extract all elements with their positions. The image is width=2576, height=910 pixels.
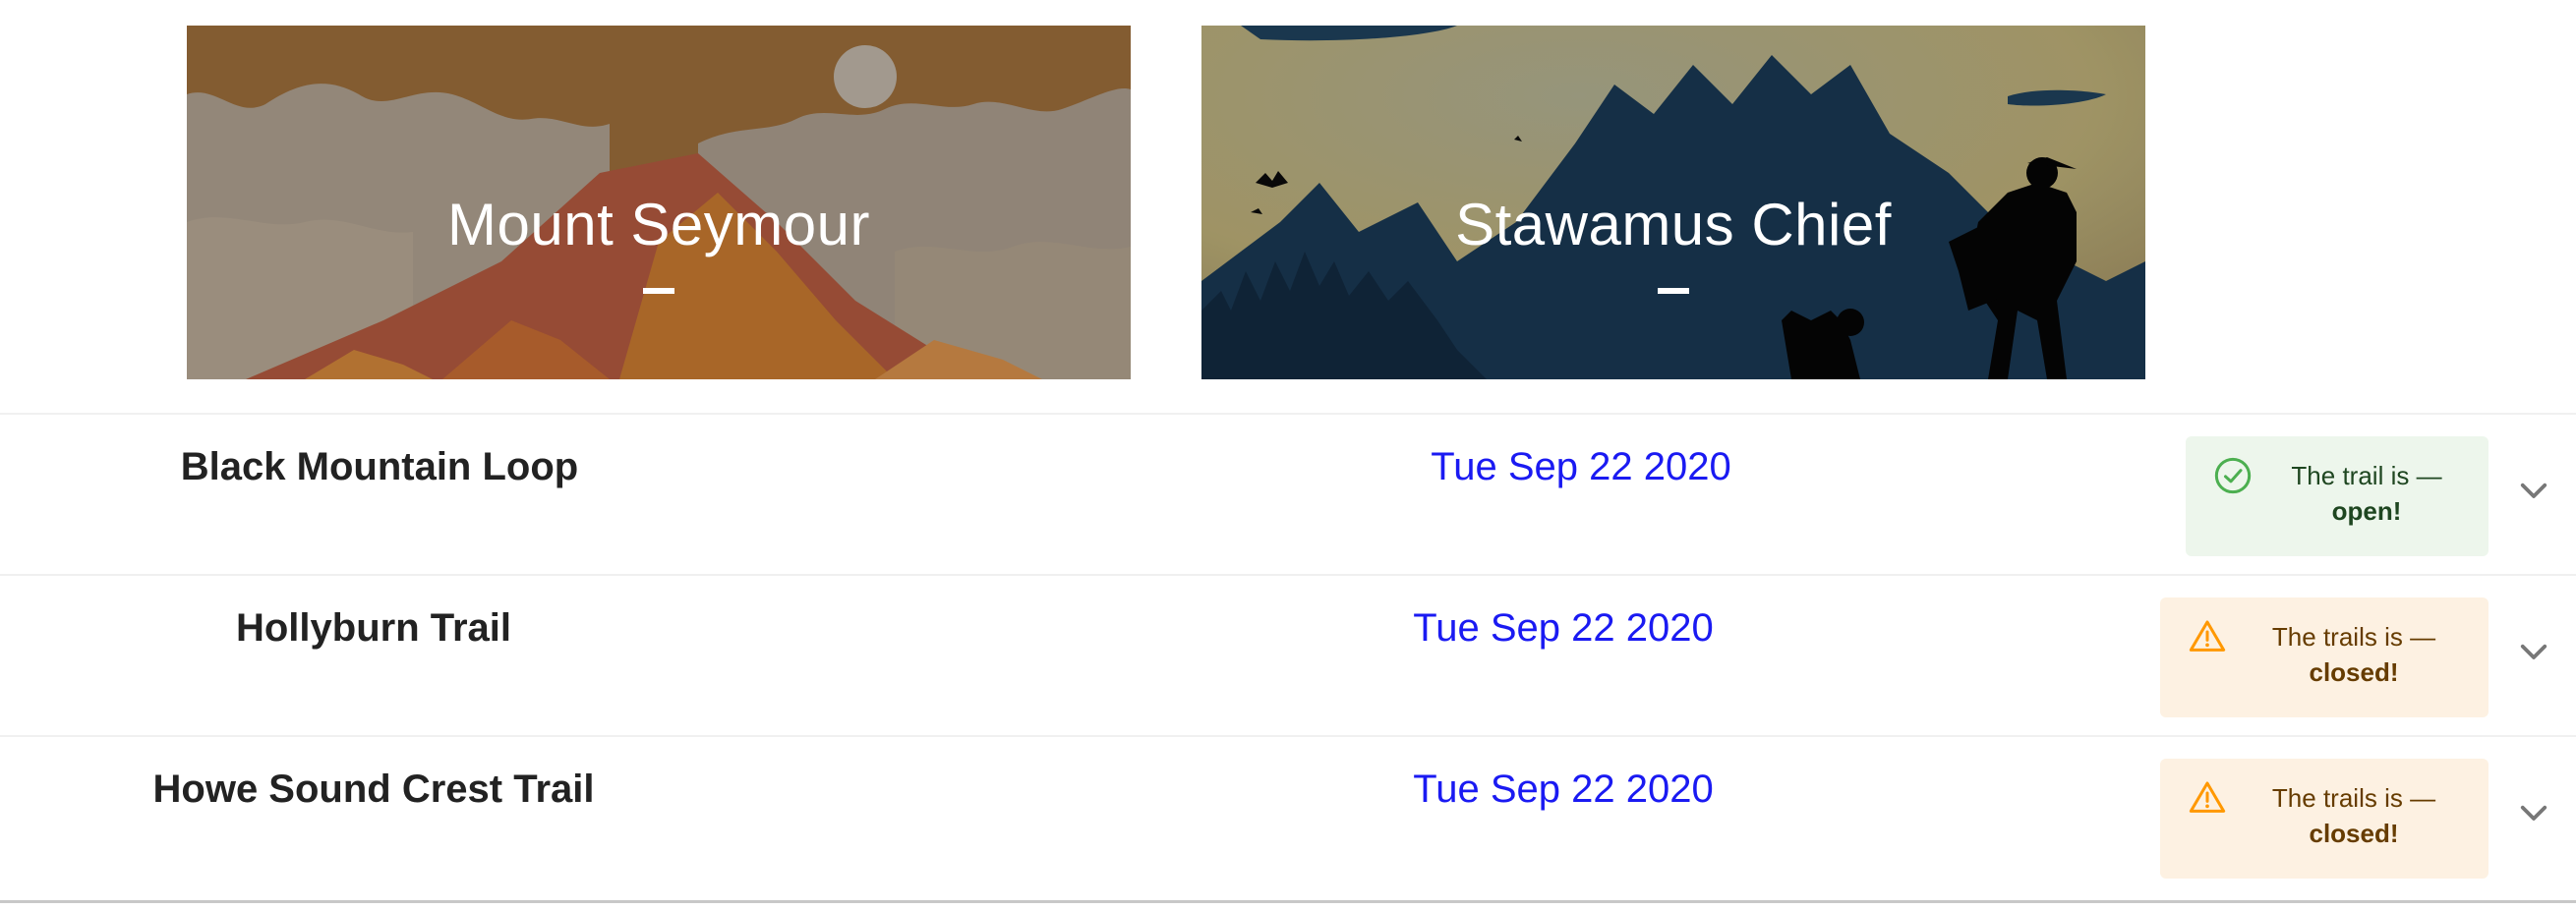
bottom-divider [0, 900, 2576, 903]
status-badge-closed: The trails is — closed! [2160, 759, 2488, 879]
trail-name: Black Mountain Loop [180, 445, 579, 488]
mountain-cards: Mount Seymour Stawamus Chief [0, 0, 2576, 413]
chevron-down-icon[interactable] [2519, 482, 2548, 501]
status-line: The trails is — [2271, 783, 2436, 813]
status-value: closed! [2309, 819, 2399, 848]
status-text: The trail is — open! [2254, 458, 2479, 529]
card-divider [1658, 288, 1689, 294]
card-title: Stawamus Chief [1455, 192, 1892, 257]
status-line: The trails is — [2271, 622, 2436, 652]
chevron-down-icon[interactable] [2519, 804, 2548, 824]
warning-triangle-icon [2189, 781, 2226, 813]
trail-date-link[interactable]: Tue Sep 22 2020 [1207, 442, 1955, 491]
trail-name: Hollyburn Trail [235, 606, 512, 650]
status-value: open! [2331, 496, 2402, 526]
trail-row[interactable]: Howe Sound Crest Trail Tue Sep 22 2020 T… [0, 735, 2576, 896]
warning-triangle-icon [2189, 620, 2226, 652]
check-circle-icon [2214, 457, 2252, 494]
trail-row[interactable]: Black Mountain Loop Tue Sep 22 2020 The … [0, 413, 2576, 574]
trail-row[interactable]: Hollyburn Trail Tue Sep 22 2020 The trai… [0, 574, 2576, 735]
card-stawamus-chief[interactable]: Stawamus Chief [1201, 26, 2145, 379]
status-badge-closed: The trails is — closed! [2160, 597, 2488, 717]
card-divider [643, 288, 674, 294]
status-line: The trail is — [2291, 461, 2442, 490]
trail-name: Howe Sound Crest Trail [152, 768, 595, 811]
trail-date-link[interactable]: Tue Sep 22 2020 [1190, 765, 1937, 814]
status-badge-open: The trail is — open! [2186, 436, 2488, 556]
status-value: closed! [2309, 657, 2399, 687]
status-text: The trails is — closed! [2229, 780, 2479, 851]
chevron-down-icon[interactable] [2519, 643, 2548, 662]
trail-date-link[interactable]: Tue Sep 22 2020 [1190, 603, 1937, 653]
status-text: The trails is — closed! [2229, 619, 2479, 690]
card-title: Mount Seymour [446, 192, 870, 257]
card-mount-seymour[interactable]: Mount Seymour [187, 26, 1131, 379]
